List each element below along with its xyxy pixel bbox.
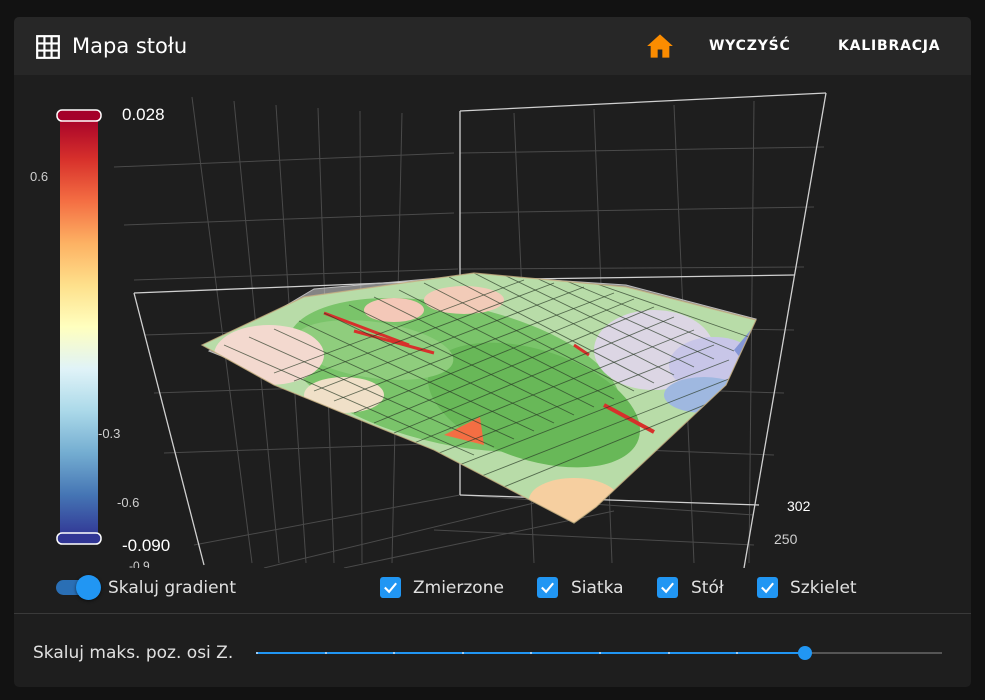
y-tick: 302: [787, 498, 811, 514]
x-tick: -0.9: [129, 559, 150, 568]
bed-label: Stół: [691, 578, 724, 598]
skeleton-label: Szkielet: [790, 578, 857, 598]
colorbar-max-label: 0.028: [122, 105, 165, 124]
check-icon: [384, 582, 397, 594]
calibration-button[interactable]: KALIBRACJA: [838, 31, 940, 61]
check-icon: [761, 582, 774, 594]
z-scale-slider-label: Skaluj maks. poz. osi Z.: [33, 643, 234, 663]
slider-tick: [325, 652, 327, 654]
colorbar-min-label: -0.090: [122, 536, 170, 555]
grid-icon: [36, 35, 60, 59]
slider-tick: [462, 652, 464, 654]
y-tick: 250: [774, 531, 798, 547]
page-title: Mapa stołu: [72, 34, 188, 58]
bed-checkbox[interactable]: [657, 577, 678, 598]
grid-label: Siatka: [571, 578, 624, 598]
grid-checkbox[interactable]: [537, 577, 558, 598]
colorbar-max-handle[interactable]: [56, 109, 102, 122]
colorbar-min-handle[interactable]: [56, 532, 102, 545]
scale-gradient-label: Skaluj gradient: [108, 578, 236, 598]
colorbar: 0.028 -0.090: [56, 105, 170, 555]
scale-gradient-switch[interactable]: [54, 575, 102, 601]
slider-tick: [736, 652, 738, 654]
slider-tick: [393, 652, 395, 654]
slider-tick: [599, 652, 601, 654]
slider-tick: [530, 652, 532, 654]
home-icon[interactable]: [646, 33, 674, 59]
heightmap-3d-plot[interactable]: 0.028 -0.090 0.6 -0.3 -0.6 -0.9 302 250: [14, 75, 971, 568]
switch-thumb: [76, 575, 101, 600]
divider: [14, 613, 971, 614]
slider-tick: [256, 652, 258, 654]
z-tick: -0.6: [117, 495, 139, 510]
z-scale-slider[interactable]: [256, 643, 944, 663]
heightmap-card: Mapa stołu WYCZYŚĆ KALIBRACJA 0.028 -0.0…: [14, 17, 971, 687]
slider-tick: [668, 652, 670, 654]
clear-button[interactable]: WYCZYŚĆ: [709, 31, 791, 61]
check-icon: [541, 582, 554, 594]
check-icon: [661, 582, 674, 594]
slider-thumb[interactable]: [798, 646, 812, 660]
toolbar: Mapa stołu WYCZYŚĆ KALIBRACJA: [14, 17, 971, 75]
skeleton-checkbox[interactable]: [757, 577, 778, 598]
measured-checkbox[interactable]: [380, 577, 401, 598]
z-tick: 0.6: [30, 169, 48, 184]
z-tick: -0.3: [98, 426, 120, 441]
plot-controls: Skaluj gradient Zmierzone Siatka Stół Sz…: [14, 568, 971, 612]
mesh-surface: [202, 273, 756, 523]
measured-label: Zmierzone: [413, 578, 504, 598]
